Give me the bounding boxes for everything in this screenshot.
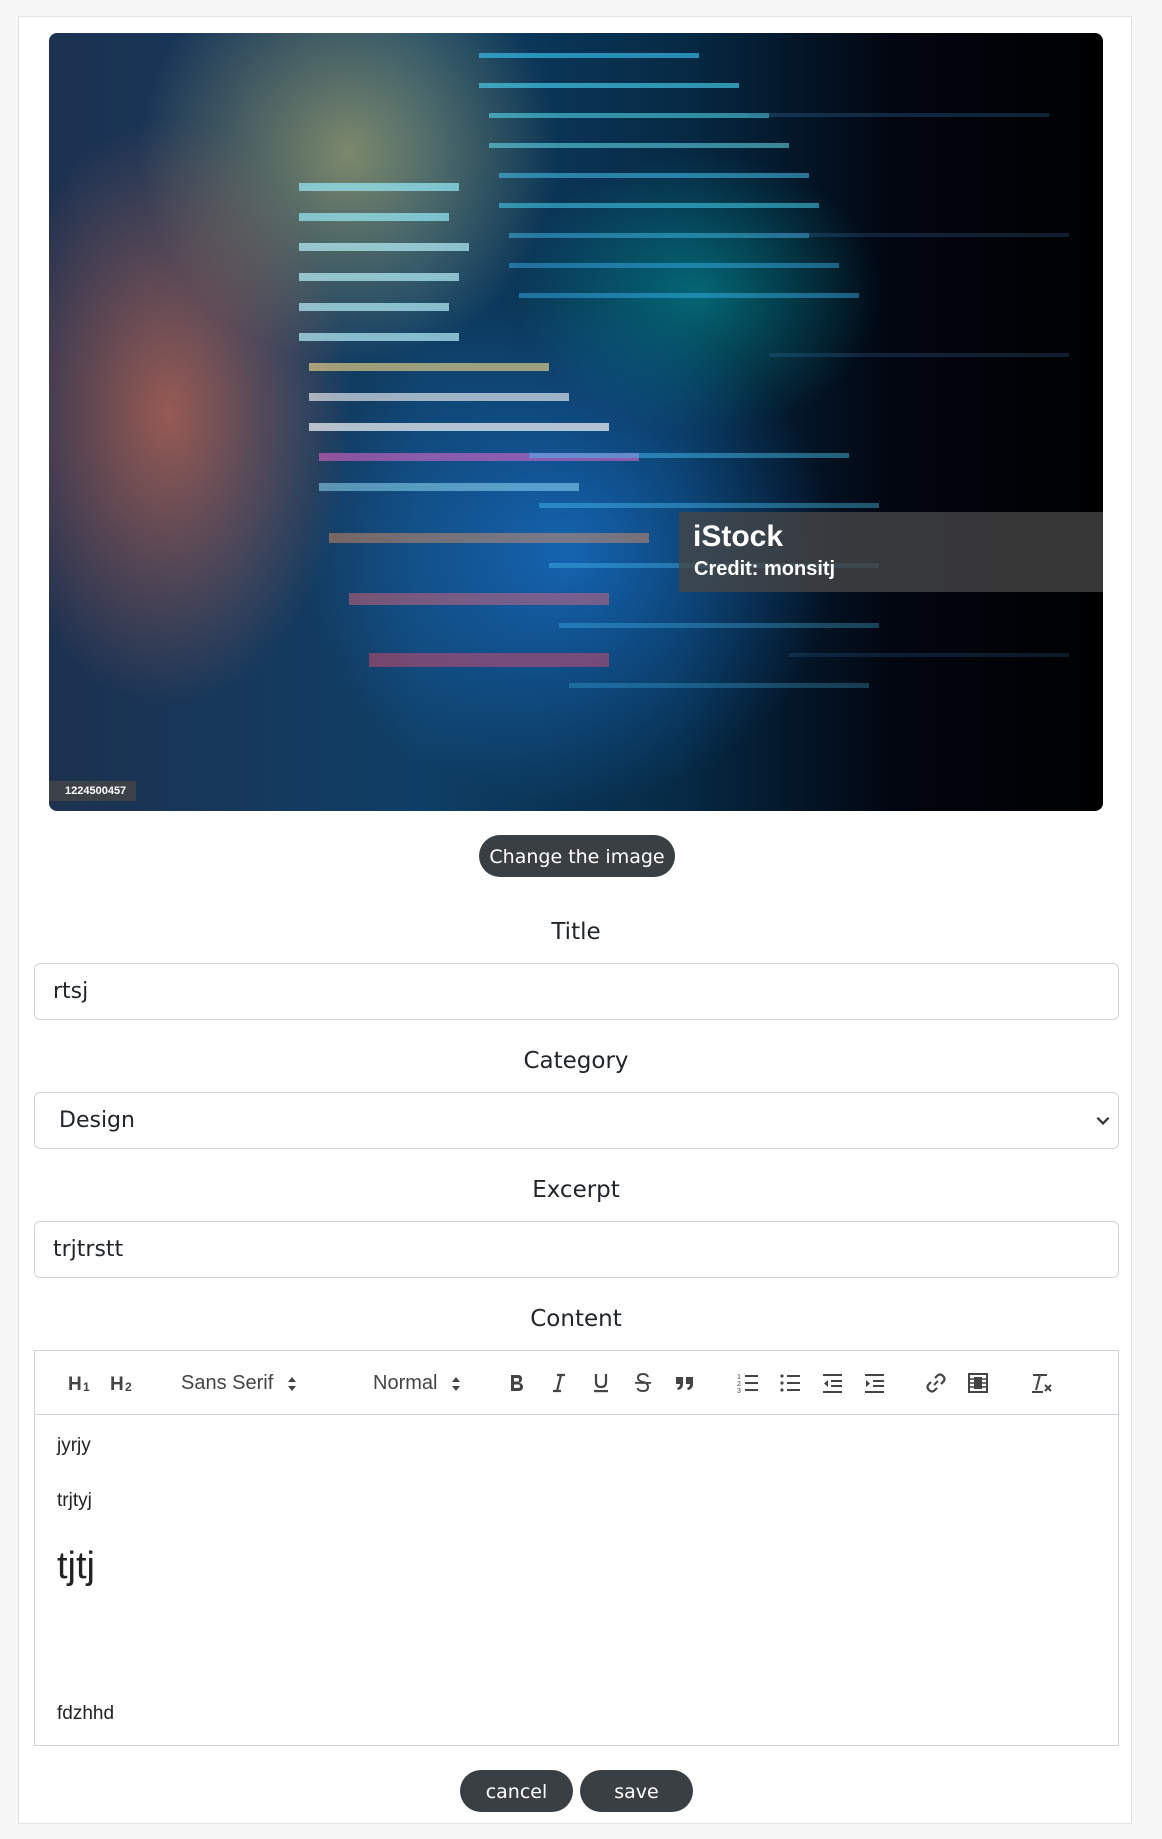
edit-post-card: iStock Credit: monsitj 1224500457 Change… <box>18 16 1132 1824</box>
link-icon[interactable] <box>923 1370 949 1396</box>
svg-text:2: 2 <box>737 1381 741 1388</box>
outdent-icon[interactable] <box>819 1370 845 1396</box>
blockquote-icon[interactable] <box>673 1370 697 1396</box>
underline-icon[interactable] <box>589 1370 613 1396</box>
stock-image-id: 1224500457 <box>49 781 137 801</box>
title-label: Title <box>551 919 601 945</box>
svg-text:1: 1 <box>83 1380 90 1394</box>
h2-icon[interactable]: H2 <box>107 1370 137 1396</box>
chevron-down-icon <box>1096 1116 1110 1125</box>
rich-text-editor: H1 H2 Sans Serif Normal 1 2 3 jyrjy trjt… <box>34 1350 1119 1746</box>
svg-text:3: 3 <box>737 1388 741 1394</box>
clean-format-icon[interactable] <box>1029 1370 1055 1396</box>
font-size-picker[interactable]: Normal <box>373 1370 461 1396</box>
bold-icon[interactable] <box>505 1370 529 1396</box>
category-select[interactable]: Design <box>34 1092 1119 1149</box>
svg-text:H: H <box>110 1374 124 1394</box>
strike-icon[interactable] <box>631 1370 655 1396</box>
ordered-list-icon[interactable]: 123 <box>735 1370 761 1396</box>
post-cover-image: iStock Credit: monsitj 1224500457 <box>49 33 1103 811</box>
font-picker-value: Sans Serif <box>181 1372 274 1394</box>
content-heading: tjtj <box>57 1545 95 1587</box>
excerpt-label: Excerpt <box>532 1177 620 1203</box>
title-input[interactable]: rtsj <box>34 963 1119 1020</box>
editor-content[interactable]: jyrjy trjtyj tjtj fdzhhd <box>57 1415 1098 1745</box>
h1-icon[interactable]: H1 <box>65 1370 95 1396</box>
category-selected-value: Design <box>59 1108 135 1133</box>
font-family-picker[interactable]: Sans Serif <box>181 1370 297 1396</box>
content-paragraph: fdzhhd <box>57 1703 115 1724</box>
code-background-art <box>299 53 1069 688</box>
save-button[interactable]: save <box>580 1770 693 1812</box>
category-label: Category <box>523 1048 629 1074</box>
istock-logo: iStock <box>693 520 784 553</box>
video-icon[interactable] <box>965 1370 991 1396</box>
bullet-list-icon[interactable] <box>777 1370 803 1396</box>
content-paragraph: jyrjy <box>57 1435 91 1456</box>
svg-text:H: H <box>68 1374 82 1394</box>
cancel-button[interactable]: cancel <box>460 1770 573 1812</box>
picker-arrows-icon <box>287 1376 296 1391</box>
svg-text:1: 1 <box>737 1374 741 1381</box>
picker-arrows-icon <box>452 1376 461 1391</box>
excerpt-input[interactable]: trjtrstt <box>34 1221 1119 1278</box>
content-paragraph: trjtyj <box>57 1490 92 1511</box>
editor-toolbar: H1 H2 Sans Serif Normal 1 2 3 <box>35 1351 1118 1415</box>
indent-icon[interactable] <box>861 1370 887 1396</box>
italic-icon[interactable] <box>547 1370 571 1396</box>
image-credit: Credit: monsitj <box>694 558 836 580</box>
size-picker-value: Normal <box>373 1372 438 1394</box>
content-label: Content <box>530 1306 622 1332</box>
change-image-button[interactable]: Change the image <box>479 835 675 877</box>
svg-text:2: 2 <box>125 1380 132 1394</box>
istock-watermark: iStock Credit: monsitj <box>679 512 1103 592</box>
